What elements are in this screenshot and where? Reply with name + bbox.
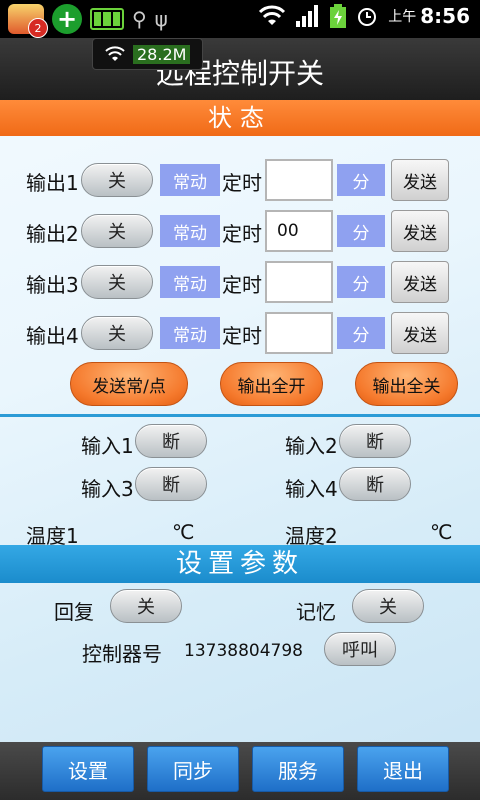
output-label: 输出1 bbox=[26, 171, 79, 195]
output-label: 输出2 bbox=[26, 222, 79, 246]
output-toggle[interactable]: 关 bbox=[81, 316, 153, 350]
send-button[interactable]: 发送 bbox=[391, 159, 449, 201]
output-mode-button[interactable]: 常动 bbox=[160, 215, 220, 247]
notification-badge: 2 bbox=[28, 18, 48, 38]
output-mode-button[interactable]: 常动 bbox=[160, 317, 220, 349]
temperature-unit: ℃ bbox=[172, 520, 195, 544]
am-pm-label: 上午 bbox=[388, 9, 417, 25]
clock-time: 8:56 bbox=[420, 4, 470, 28]
input-label: 输入4 bbox=[285, 477, 338, 501]
input-state-indicator: 断 bbox=[135, 424, 207, 458]
wifi-small-icon bbox=[105, 46, 125, 61]
settings-section-header: 设置参数 bbox=[0, 545, 480, 583]
input-state-indicator: 断 bbox=[339, 467, 411, 501]
service-button[interactable]: 服务 bbox=[252, 746, 344, 792]
timer-label: 定时 bbox=[222, 171, 262, 195]
output-toggle[interactable]: 关 bbox=[81, 163, 153, 197]
memory-toggle[interactable]: 关 bbox=[352, 589, 424, 623]
reply-toggle[interactable]: 关 bbox=[110, 589, 182, 623]
wifi-icon bbox=[259, 5, 286, 25]
timer-input[interactable] bbox=[265, 312, 333, 354]
memory-label: 记忆 bbox=[296, 600, 336, 624]
plus-app-icon[interactable]: + bbox=[52, 4, 82, 34]
network-speed-overlay: 28.2M bbox=[92, 38, 204, 70]
minute-unit-label: 分 bbox=[337, 164, 385, 196]
timer-input[interactable] bbox=[265, 159, 333, 201]
send-mode-button[interactable]: 发送常/点 bbox=[70, 362, 188, 406]
output-toggle[interactable]: 关 bbox=[81, 265, 153, 299]
battery-widget-icon bbox=[90, 8, 124, 30]
all-outputs-on-button[interactable]: 输出全开 bbox=[220, 362, 323, 406]
android-debug-icon: ⚲ bbox=[132, 7, 147, 31]
minute-unit-label: 分 bbox=[337, 317, 385, 349]
page-title: 远程控制开关 bbox=[155, 57, 324, 90]
send-button[interactable]: 发送 bbox=[391, 210, 449, 252]
controller-number-value: 13738804798 bbox=[184, 641, 303, 661]
title-bar: 远程控制开关 28.2M bbox=[0, 38, 480, 100]
timer-label: 定时 bbox=[222, 273, 262, 297]
minute-unit-label: 分 bbox=[337, 215, 385, 247]
send-button[interactable]: 发送 bbox=[391, 261, 449, 303]
input-state-indicator: 断 bbox=[135, 467, 207, 501]
controller-number-label: 控制器号 bbox=[82, 642, 162, 666]
timer-label: 定时 bbox=[222, 222, 262, 246]
timer-input[interactable]: 00 bbox=[265, 210, 333, 252]
call-button[interactable]: 呼叫 bbox=[324, 632, 396, 666]
input-label: 输入3 bbox=[81, 477, 134, 501]
sync-button[interactable]: 同步 bbox=[147, 746, 239, 792]
app-notification-icon[interactable]: 2 bbox=[8, 4, 48, 38]
alarm-icon bbox=[358, 8, 377, 26]
exit-button[interactable]: 退出 bbox=[357, 746, 449, 792]
network-speed-value: 28.2M bbox=[133, 44, 191, 64]
output-toggle[interactable]: 关 bbox=[81, 214, 153, 248]
reply-label: 回复 bbox=[54, 600, 94, 624]
input-state-indicator: 断 bbox=[339, 424, 411, 458]
timer-label: 定时 bbox=[222, 324, 262, 348]
usb-icon: ψ bbox=[154, 7, 168, 31]
status-bar: 2 + ⚲ ψ 上午 8:56 bbox=[0, 0, 480, 38]
input-label: 输入1 bbox=[81, 434, 134, 458]
temperature-unit: ℃ bbox=[430, 520, 453, 544]
input-label: 输入2 bbox=[285, 434, 338, 458]
output-mode-button[interactable]: 常动 bbox=[160, 164, 220, 196]
output-label: 输出4 bbox=[26, 324, 79, 348]
timer-input[interactable] bbox=[265, 261, 333, 303]
send-button[interactable]: 发送 bbox=[391, 312, 449, 354]
minute-unit-label: 分 bbox=[337, 266, 385, 298]
signal-icon bbox=[296, 5, 319, 27]
section-divider bbox=[0, 414, 480, 417]
status-section-header: 状态 bbox=[0, 100, 480, 136]
output-label: 输出3 bbox=[26, 273, 79, 297]
output-mode-button[interactable]: 常动 bbox=[160, 266, 220, 298]
battery-charging-icon bbox=[330, 4, 347, 28]
all-outputs-off-button[interactable]: 输出全关 bbox=[355, 362, 458, 406]
settings-button[interactable]: 设置 bbox=[42, 746, 134, 792]
